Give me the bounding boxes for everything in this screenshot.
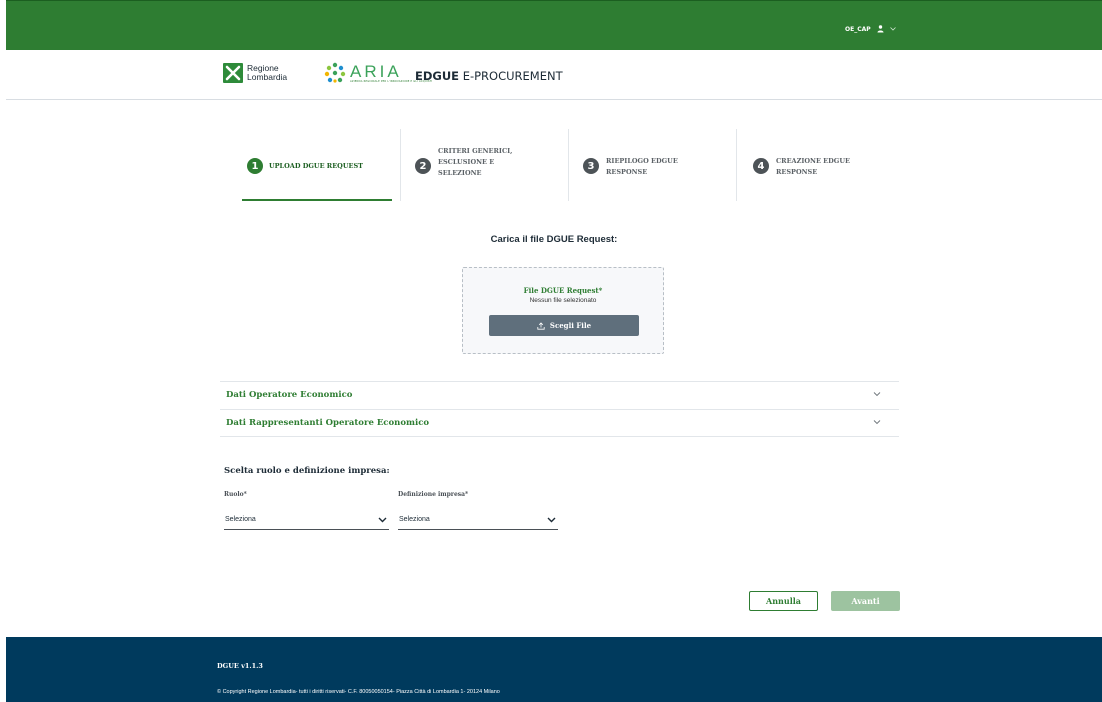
choose-file-label: Scegli File — [549, 321, 592, 330]
impresa-value: Seleziona — [399, 516, 430, 523]
impresa-label: Definizione impresa* — [398, 491, 469, 498]
step-creazione[interactable]: 4 CREAZIONE EDGUE RESPONSE — [737, 129, 906, 201]
step-number: 2 — [415, 158, 431, 174]
file-dropzone[interactable]: File DGUE Request* Nessun file seleziona… — [462, 267, 664, 354]
step-label-line: RESPONSE — [776, 168, 818, 176]
chevron-down-icon — [873, 392, 881, 397]
username: OE_CAP — [845, 25, 871, 33]
brand-bold: EDGUE — [415, 69, 460, 83]
step-upload[interactable]: 1 UPLOAD DGUE REQUEST — [233, 129, 401, 201]
aria-dots-icon — [324, 62, 346, 83]
step-label-line: CRITERI GENERICI, — [438, 147, 513, 155]
step-number: 1 — [247, 158, 263, 174]
next-button[interactable]: Avanti — [831, 591, 900, 611]
step-label-line: RIEPILOGO EDGUE — [606, 157, 678, 165]
no-file-text: Nessun file selezionato — [529, 297, 597, 304]
chevron-down-icon — [547, 517, 556, 523]
cancel-button[interactable]: Annulla — [749, 591, 818, 611]
app-brand: EDGUE E-PROCUREMENT — [415, 69, 563, 83]
upload-title: Carica il file DGUE Request: — [490, 234, 618, 245]
wizard-stepper: 1 UPLOAD DGUE REQUEST 2 CRITERI GENERICI… — [233, 129, 906, 201]
accordion-rappresentanti[interactable]: Dati Rappresentanti Operatore Economico — [220, 409, 899, 437]
regione-lombardia-logo[interactable]: Regione Lombardia — [223, 63, 287, 83]
chevron-down-icon — [873, 420, 881, 425]
chevron-down-icon — [378, 517, 387, 523]
upload-icon — [537, 321, 545, 330]
user-icon — [877, 25, 884, 33]
ruolo-label: Ruolo* — [224, 491, 247, 498]
chevron-down-icon — [889, 27, 896, 31]
step-label-line: ESCLUSIONE E — [438, 158, 495, 166]
step-label-line: SELEZIONE — [438, 169, 482, 177]
role-section-title: Scelta ruolo e definizione impresa: — [224, 466, 390, 476]
regione-lombardia-mark-icon — [223, 63, 243, 83]
app-version: DGUE v1.1.3 — [217, 662, 263, 670]
app-frame: OE_CAP Regione Lombardia ARIA AZIENDA RE… — [6, 0, 1102, 702]
accordion-title: Dati Rappresentanti Operatore Economico — [226, 418, 430, 428]
step-label-line: RESPONSE — [606, 168, 648, 176]
choose-file-button[interactable]: Scegli File — [489, 315, 639, 336]
file-field-label: File DGUE Request* — [523, 286, 603, 295]
copyright-text: © Copyright Regione Lombardia- tutti i d… — [217, 689, 500, 695]
step-number: 4 — [753, 158, 769, 174]
step-label: UPLOAD DGUE REQUEST — [269, 162, 363, 170]
header: Regione Lombardia ARIA AZIENDA REGIONALE… — [6, 50, 1102, 100]
step-label-line: CREAZIONE EDGUE — [776, 157, 850, 165]
step-number: 3 — [583, 158, 599, 174]
top-bar: OE_CAP — [6, 0, 1102, 50]
ruolo-value: Seleziona — [225, 516, 256, 523]
step-criteri[interactable]: 2 CRITERI GENERICI, ESCLUSIONE E SELEZIO… — [401, 129, 569, 201]
impresa-select[interactable]: Seleziona — [398, 511, 558, 530]
accordion-title: Dati Operatore Economico — [226, 390, 353, 400]
logo-rl-line2: Lombardia — [247, 72, 288, 82]
ruolo-select[interactable]: Seleziona — [224, 511, 389, 530]
brand-rest: E-PROCUREMENT — [459, 69, 563, 83]
step-riepilogo[interactable]: 3 RIEPILOGO EDGUE RESPONSE — [569, 129, 737, 201]
accordion-operatore[interactable]: Dati Operatore Economico — [220, 381, 899, 409]
active-step-indicator — [242, 199, 392, 201]
footer: DGUE v1.1.3 © Copyright Regione Lombardi… — [6, 637, 1102, 702]
user-menu[interactable]: OE_CAP — [845, 25, 896, 33]
